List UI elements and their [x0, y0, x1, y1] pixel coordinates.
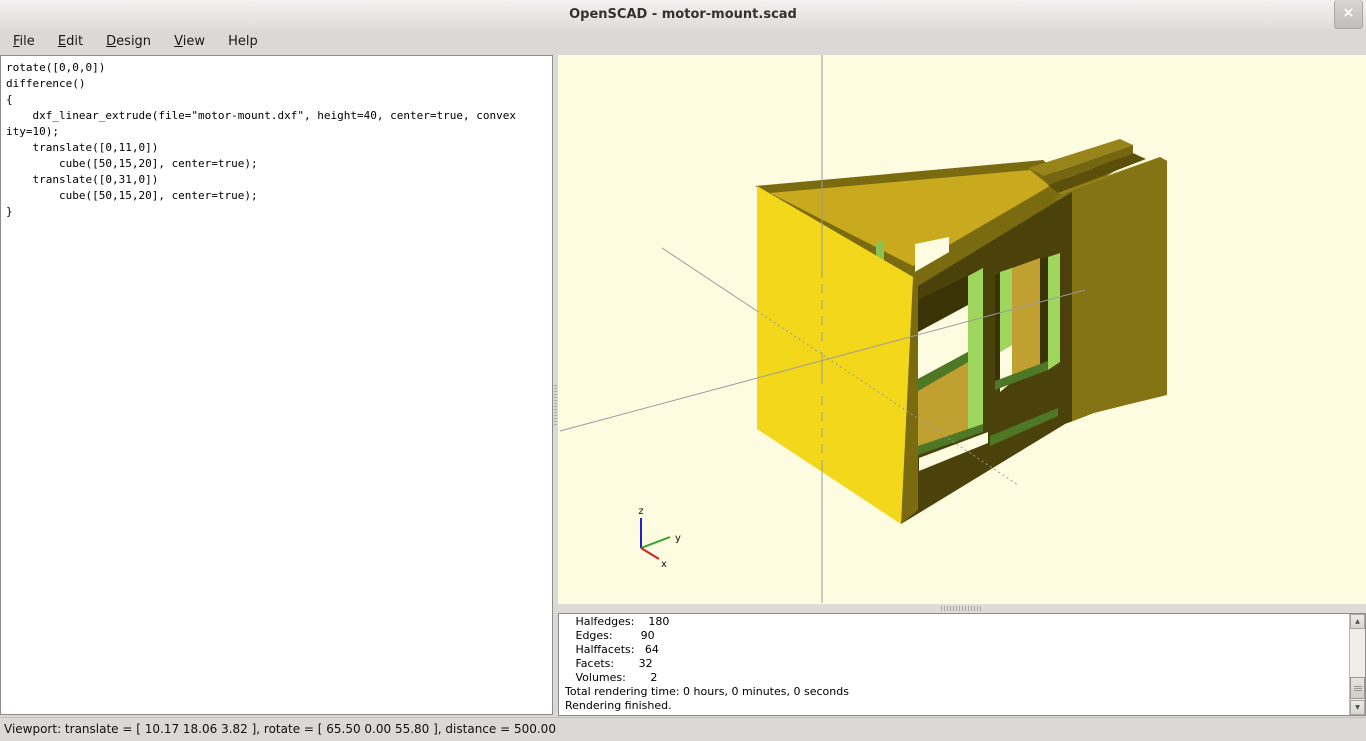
viewport-status-text: Viewport: translate = [ 10.17 18.06 3.82…: [4, 722, 556, 736]
crosshair-diagonal-a: [661, 247, 758, 312]
opening-left-green-jamb: [968, 268, 983, 433]
status-bar: Viewport: translate = [ 10.17 18.06 3.82…: [0, 717, 1366, 741]
scroll-up-icon[interactable]: ▲: [1350, 614, 1365, 629]
console-output: Halfedges: 180 Edges: 90 Halffacets: 64 …: [565, 615, 1347, 714]
splitter-grip: [554, 385, 557, 425]
menu-file[interactable]: File: [4, 30, 44, 55]
axis-y-line: [640, 536, 671, 549]
console-line: Edges: 90: [565, 629, 655, 642]
code-editor[interactable]: rotate([0,0,0]) difference() { dxf_linea…: [0, 55, 553, 715]
viewport-console-splitter[interactable]: [558, 604, 1366, 613]
title-bar: OpenSCAD - motor-mount.scad ×: [0, 0, 1366, 31]
axis-x-label: x: [661, 559, 667, 570]
menu-bar: File Edit Design View Help: [0, 30, 1366, 55]
close-icon: ×: [1342, 5, 1355, 21]
opening-right-inner-gold: [1012, 258, 1040, 382]
console-line: Volumes: 2: [565, 671, 658, 684]
menu-design[interactable]: Design: [97, 30, 160, 55]
axis-z-label: z: [638, 506, 643, 517]
scrollbar-thumb[interactable]: [1350, 677, 1365, 699]
opening-right-outer-green: [1048, 253, 1060, 370]
close-button[interactable]: ×: [1334, 0, 1363, 29]
menu-view[interactable]: View: [165, 30, 214, 55]
axis-y-label: y: [675, 533, 681, 544]
3d-viewport[interactable]: z y x: [558, 55, 1366, 604]
window-title: OpenSCAD - motor-mount.scad: [569, 7, 797, 22]
console-line: Total rendering time: 0 hours, 0 minutes…: [565, 685, 849, 698]
code-text[interactable]: rotate([0,0,0]) difference() { dxf_linea…: [6, 60, 552, 220]
scroll-down-icon[interactable]: ▼: [1350, 700, 1365, 715]
console-line: Halffacets: 64: [565, 643, 659, 656]
menu-edit[interactable]: Edit: [49, 30, 92, 55]
menu-help[interactable]: Help: [219, 30, 267, 55]
console-panel[interactable]: Halfedges: 180 Edges: 90 Halffacets: 64 …: [558, 613, 1366, 716]
console-line: Halfedges: 180: [565, 615, 670, 628]
splitter-grip: [941, 606, 983, 611]
3d-canvas: z y x: [559, 55, 1167, 603]
console-line: Rendering finished.: [565, 699, 672, 712]
console-line: Facets: 32: [565, 657, 653, 670]
axis-x-line: [640, 547, 660, 560]
openscad-window: OpenSCAD - motor-mount.scad × File Edit …: [0, 0, 1366, 741]
console-scrollbar[interactable]: ▲ ▼: [1349, 614, 1365, 715]
